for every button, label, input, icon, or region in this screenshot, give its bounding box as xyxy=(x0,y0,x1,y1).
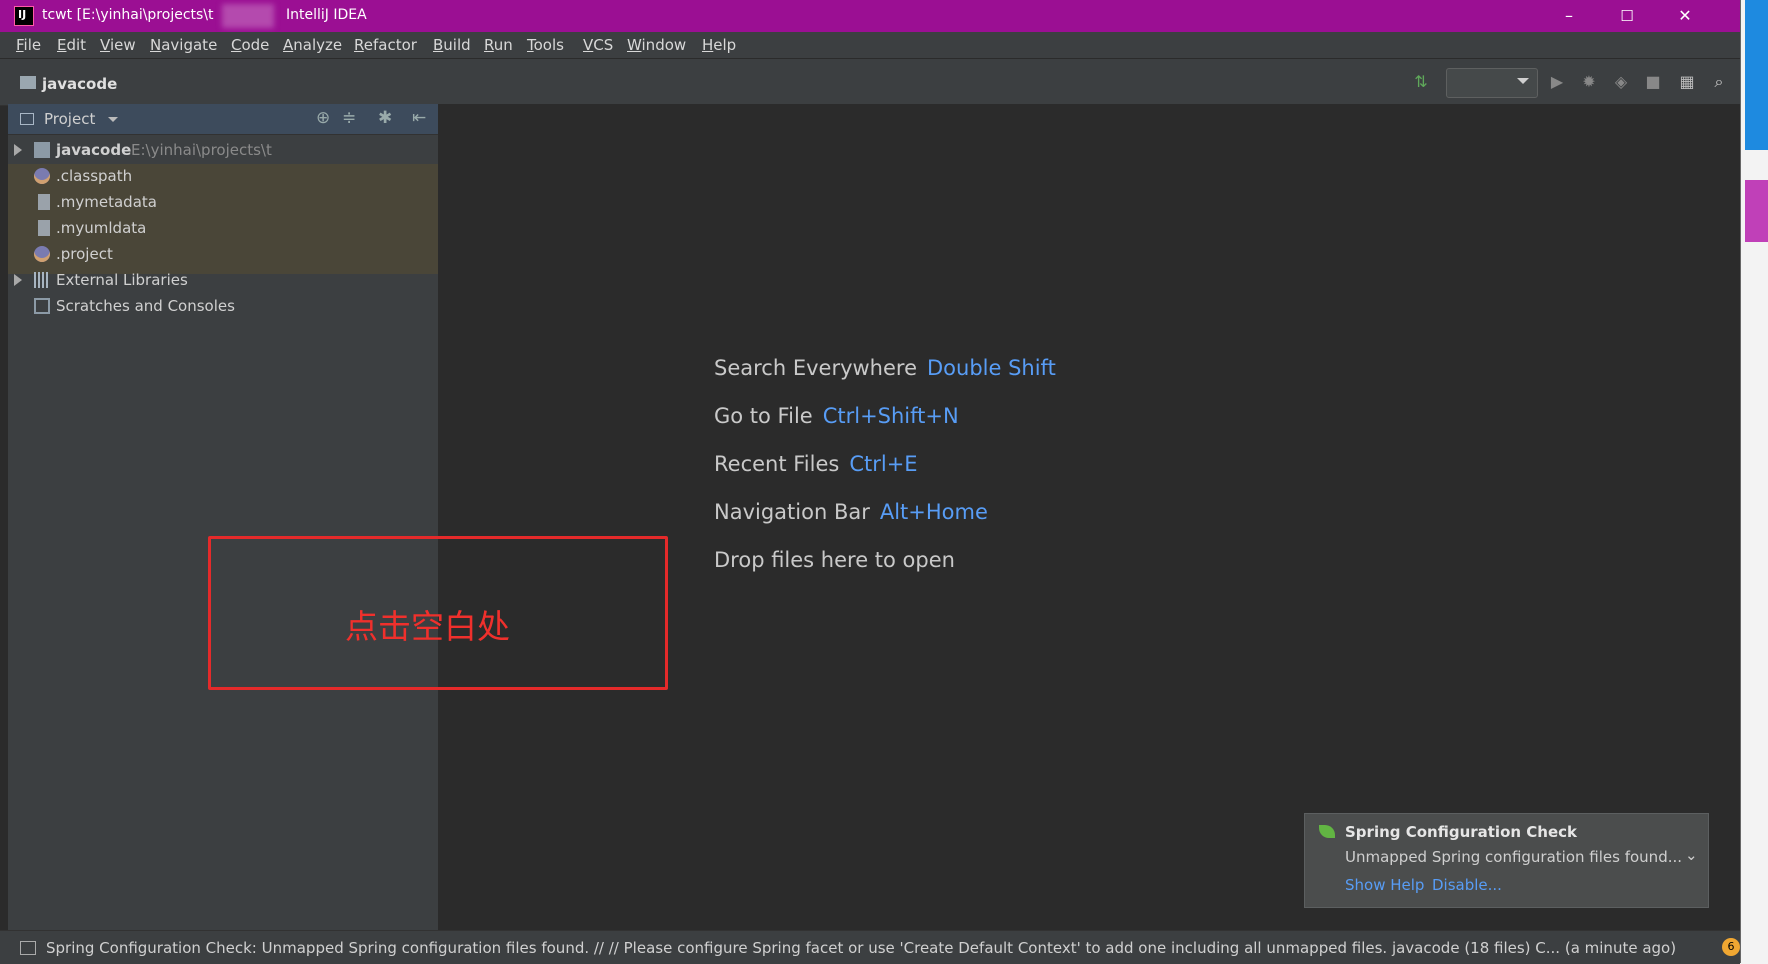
menu-edit[interactable]: Edit xyxy=(57,36,86,54)
tree-item-external-libraries[interactable]: External Libraries xyxy=(8,268,438,292)
hint-go-to-file: Go to File Ctrl+Shift+N xyxy=(714,404,959,428)
menu-build[interactable]: Build xyxy=(433,36,471,54)
chevron-down-icon[interactable] xyxy=(108,117,118,122)
hint-shortcut: Double Shift xyxy=(927,356,1056,380)
notification-body: Unmapped Spring configuration files foun… xyxy=(1345,848,1683,866)
module-folder-icon xyxy=(20,76,36,89)
tree-item-label: External Libraries xyxy=(56,271,188,289)
show-help-link[interactable]: Show Help xyxy=(1345,876,1424,894)
chevron-down-icon[interactable]: ⌄ xyxy=(1685,846,1698,864)
minimize-button[interactable]: – xyxy=(1540,0,1598,32)
search-icon[interactable]: ⌕ xyxy=(1710,73,1728,91)
expand-arrow-icon[interactable] xyxy=(14,274,22,286)
menu-navigate[interactable]: Navigate xyxy=(150,36,217,54)
project-structure-icon[interactable]: ▦ xyxy=(1678,73,1696,91)
spring-leaf-icon xyxy=(1319,825,1335,838)
project-panel-header: Project ⊕ ≑ ✱ ⇤ xyxy=(8,104,438,135)
folder-icon xyxy=(34,142,50,158)
project-icon xyxy=(20,113,34,125)
hint-text: Navigation Bar xyxy=(714,500,870,524)
tree-item-label: .mymetadata xyxy=(56,193,157,211)
eclipse-file-icon xyxy=(34,246,50,262)
hint-navigation-bar: Navigation Bar Alt+Home xyxy=(714,500,988,524)
intellij-icon: IJ xyxy=(14,6,34,26)
stop-icon[interactable]: ■ xyxy=(1644,73,1662,91)
navigation-bar: javacode ⇅ ▶ ✹ ◈ ■ ▦ ⌕ xyxy=(0,58,1740,106)
hint-text: Search Everywhere xyxy=(714,356,917,380)
background-window-strip xyxy=(1745,0,1768,150)
menu-tools[interactable]: Tools xyxy=(527,36,564,54)
annotation-text: 点击空白处 xyxy=(345,607,510,646)
background-window-strip xyxy=(1745,180,1768,242)
menu-run[interactable]: Run xyxy=(484,36,513,54)
app-name: IntelliJ IDEA xyxy=(286,7,367,23)
redacted-region xyxy=(222,4,274,28)
build-icon[interactable]: ⇅ xyxy=(1412,73,1430,91)
menu-analyze[interactable]: Analyze xyxy=(283,36,342,54)
tree-item-myumldata[interactable]: .myumldata xyxy=(8,216,438,240)
maximize-button[interactable]: ☐ xyxy=(1598,0,1656,32)
menu-file[interactable]: File xyxy=(16,36,41,54)
scratches-icon xyxy=(34,298,50,314)
hint-drop-files: Drop files here to open xyxy=(714,548,955,572)
eclipse-file-icon xyxy=(34,168,50,184)
hint-text: Go to File xyxy=(714,404,813,428)
ide-window: IJ tcwt [E:\yinhai\projects\t IntelliJ I… xyxy=(0,0,1741,964)
hint-shortcut: Ctrl+E xyxy=(849,452,918,476)
notification-title: Spring Configuration Check xyxy=(1345,823,1578,841)
coverage-icon[interactable]: ◈ xyxy=(1612,73,1630,91)
run-icon[interactable]: ▶ xyxy=(1548,73,1566,91)
tree-item-javacode[interactable]: javacode E:\yinhai\projects\t xyxy=(8,138,438,162)
menu-view[interactable]: View xyxy=(100,36,136,54)
status-message[interactable]: Spring Configuration Check: Unmapped Spr… xyxy=(46,939,1676,957)
tree-item-label: .project xyxy=(56,245,113,263)
editor-empty-area[interactable] xyxy=(438,104,1740,930)
file-icon xyxy=(38,194,50,210)
menu-bar: File Edit View Navigate Code Analyze Ref… xyxy=(0,32,1740,58)
tree-item-classpath[interactable]: .classpath xyxy=(8,164,438,188)
hint-search-everywhere: Search Everywhere Double Shift xyxy=(714,356,1056,380)
tree-item-label: .classpath xyxy=(56,167,133,185)
breadcrumb[interactable]: javacode xyxy=(42,75,117,93)
hint-recent-files: Recent Files Ctrl+E xyxy=(714,452,918,476)
expand-arrow-icon[interactable] xyxy=(14,144,22,156)
spring-notification: Spring Configuration Check Unmapped Spri… xyxy=(1304,813,1709,908)
project-view-selector[interactable]: Project xyxy=(44,110,95,128)
tree-item-label: javacode xyxy=(56,141,132,159)
chevron-down-icon xyxy=(1517,78,1529,84)
run-configuration-dropdown[interactable] xyxy=(1446,68,1538,98)
tree-item-path: E:\yinhai\projects\t xyxy=(131,141,272,159)
title-bar: IJ tcwt [E:\yinhai\projects\t IntelliJ I… xyxy=(0,0,1740,32)
window-title: tcwt [E:\yinhai\projects\t xyxy=(42,7,214,23)
disable-link[interactable]: Disable... xyxy=(1432,876,1502,894)
tree-item-label: Scratches and Consoles xyxy=(56,297,235,315)
menu-refactor[interactable]: Refactor xyxy=(354,36,417,54)
collapse-all-icon[interactable]: ≑ xyxy=(342,108,356,128)
menu-code[interactable]: Code xyxy=(231,36,269,54)
status-bar: Spring Configuration Check: Unmapped Spr… xyxy=(0,930,1740,964)
menu-window[interactable]: Window xyxy=(627,36,686,54)
file-icon xyxy=(38,220,50,236)
locate-icon[interactable]: ⊕ xyxy=(316,108,330,128)
library-icon xyxy=(34,272,50,288)
hint-text: Recent Files xyxy=(714,452,840,476)
tree-item-label: .myumldata xyxy=(56,219,147,237)
menu-vcs[interactable]: VCS xyxy=(583,36,613,54)
tree-item-project[interactable]: .project xyxy=(8,242,438,266)
hint-shortcut: Alt+Home xyxy=(879,500,988,524)
close-button[interactable]: ✕ xyxy=(1656,0,1714,32)
event-log-badge[interactable]: 6 xyxy=(1722,938,1740,956)
hint-text: Drop files here to open xyxy=(714,548,955,572)
hide-panel-icon[interactable]: ⇤ xyxy=(412,108,426,128)
hint-shortcut: Ctrl+Shift+N xyxy=(822,404,959,428)
debug-icon[interactable]: ✹ xyxy=(1580,73,1598,91)
tool-windows-icon[interactable] xyxy=(20,941,36,955)
gear-icon[interactable]: ✱ xyxy=(378,108,392,128)
project-tool-window: Project ⊕ ≑ ✱ ⇤ javacode E:\yinhai\proje… xyxy=(8,104,438,930)
tree-item-mymetadata[interactable]: .mymetadata xyxy=(8,190,438,214)
tree-item-scratches[interactable]: Scratches and Consoles xyxy=(8,294,438,318)
menu-help[interactable]: Help xyxy=(702,36,736,54)
